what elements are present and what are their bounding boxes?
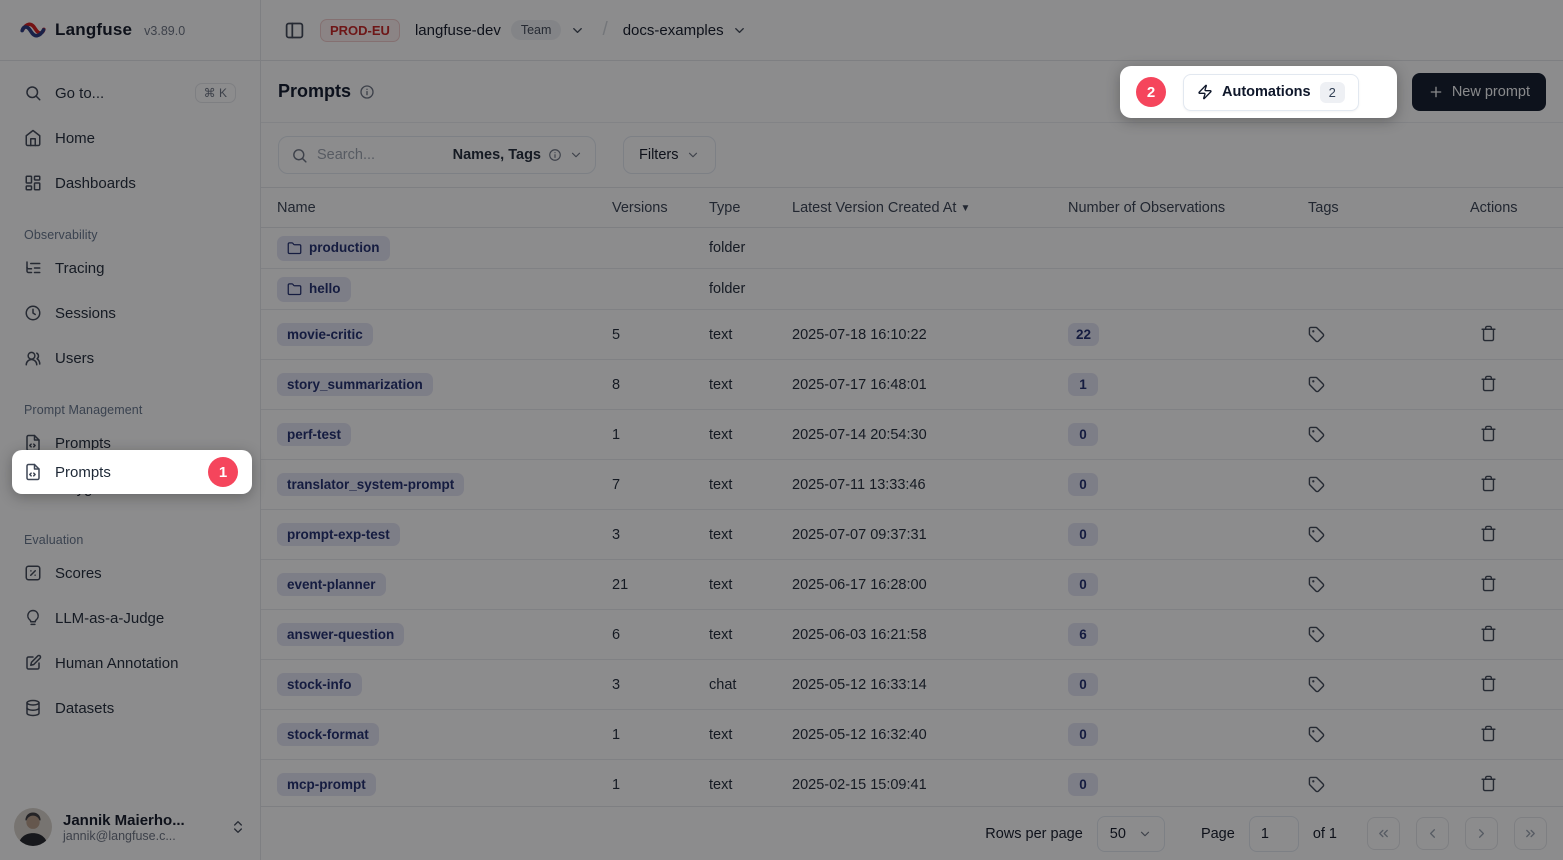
spotlight-automations: 2 Automations 2 <box>1120 66 1397 118</box>
automations-label: Automations <box>1222 84 1311 100</box>
step-2-marker: 2 <box>1136 77 1166 107</box>
spotlight-prompts-item[interactable]: Prompts 1 <box>12 450 252 494</box>
step-1-marker: 1 <box>208 457 238 487</box>
automations-count-badge: 2 <box>1320 82 1345 103</box>
dim-overlay <box>0 0 1563 860</box>
file-code-icon <box>24 463 42 481</box>
zap-icon <box>1197 84 1213 100</box>
sidebar-item-label: Prompts <box>55 464 111 481</box>
automations-button[interactable]: Automations 2 <box>1183 74 1359 111</box>
